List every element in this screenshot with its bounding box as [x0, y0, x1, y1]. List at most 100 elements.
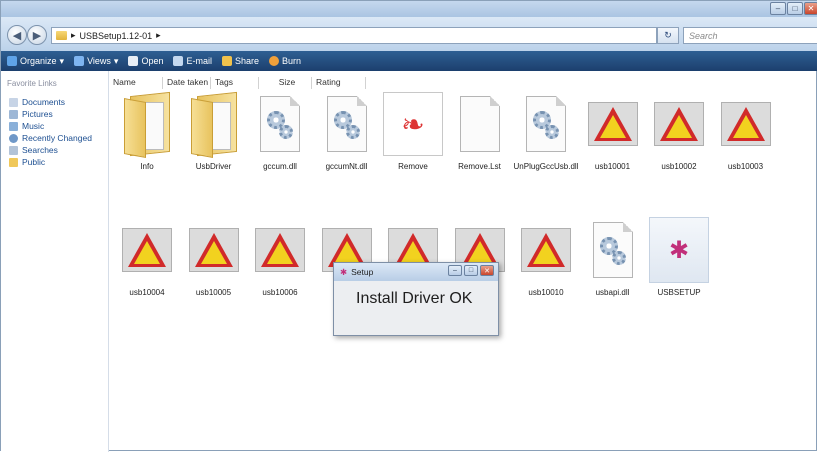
file-name: usb10005: [195, 288, 232, 297]
sidebar-item-pictures[interactable]: Pictures: [1, 108, 108, 120]
usb-warning-icon: [587, 102, 638, 146]
file-item[interactable]: UnPlugGccUsb.dll: [513, 91, 579, 171]
organize-menu[interactable]: Organize ▾: [7, 56, 64, 67]
views-label: Views: [87, 56, 111, 66]
title-bar: – □ ✕: [1, 1, 817, 17]
sidebar-item-documents[interactable]: Documents: [1, 96, 108, 108]
sidebar-item-music[interactable]: Music: [1, 120, 108, 132]
folder-icon: [124, 91, 170, 158]
file-name: Info: [140, 162, 154, 171]
text-file-icon: [459, 96, 500, 152]
dialog-controls: – □ ✕: [448, 265, 494, 276]
column-headers: Name Date taken Tags Size Rating: [109, 77, 817, 89]
dialog-title: Setup: [351, 267, 374, 277]
share-button[interactable]: Share: [222, 56, 259, 66]
views-icon: [74, 56, 85, 66]
window-controls: – □ ✕: [770, 2, 817, 15]
column-tags[interactable]: Tags: [211, 77, 259, 89]
forward-arrow-icon: ▶: [32, 29, 42, 42]
recently-changed-icon: [9, 133, 18, 143]
file-item[interactable]: usb10002: [646, 91, 712, 171]
file-name: UsbDriver: [195, 162, 232, 171]
open-button[interactable]: Open: [128, 56, 163, 66]
file-name: usb10010: [528, 288, 564, 297]
organize-icon: [7, 56, 17, 66]
file-name: UnPlugGccUsb.dll: [513, 162, 579, 171]
breadcrumb-arrow-icon: ▸: [71, 30, 76, 40]
column-name[interactable]: Name: [109, 77, 163, 89]
chevron-down-icon: ▾: [113, 55, 119, 66]
file-name: usb10003: [727, 162, 764, 171]
column-date-taken[interactable]: Date taken: [163, 77, 211, 89]
forward-button[interactable]: ▶: [27, 25, 47, 45]
usb-warning-icon: [122, 228, 172, 272]
file-name: Remove.Lst: [458, 162, 501, 171]
file-name: usbapi.dll: [595, 288, 630, 297]
column-size[interactable]: Size: [259, 77, 312, 89]
sidebar-item-searches[interactable]: Searches: [1, 144, 108, 156]
file-item[interactable]: Remove.Lst: [447, 91, 513, 171]
file-item[interactable]: usb10004: [114, 217, 180, 297]
file-item[interactable]: Info: [114, 91, 180, 171]
sidebar-item-label: Music: [22, 121, 45, 131]
open-label: Open: [141, 56, 164, 66]
file-name: usb10004: [129, 288, 165, 297]
breadcrumb-arrow-icon: ▸: [156, 30, 161, 40]
close-button[interactable]: ✕: [804, 2, 817, 15]
sidebar-item-recently-changed[interactable]: Recently Changed: [1, 132, 108, 144]
column-rating[interactable]: Rating: [312, 77, 366, 89]
sidebar-item-label: Searches: [22, 145, 58, 155]
folder-icon: [56, 31, 67, 40]
dialog-minimize-button[interactable]: –: [448, 265, 462, 276]
usb-warning-icon: [720, 102, 771, 146]
file-item[interactable]: usb10003: [713, 91, 779, 171]
file-item[interactable]: usb10006: [247, 217, 313, 297]
file-item[interactable]: UsbDriver: [181, 91, 247, 171]
address-bar[interactable]: ▸ USBSetup1.12-01 ▸: [51, 27, 657, 44]
usb-warning-icon: [188, 228, 239, 272]
file-item[interactable]: ❧ Remove: [380, 91, 446, 171]
back-button[interactable]: ◀: [7, 25, 27, 45]
email-button[interactable]: E-mail: [173, 56, 212, 66]
pictures-icon: [9, 109, 18, 119]
minimize-button[interactable]: –: [770, 2, 786, 15]
file-item[interactable]: gccumNt.dll: [314, 91, 380, 171]
dialog-close-button[interactable]: ✕: [480, 265, 494, 276]
dialog-title-bar: ✱ Setup – □ ✕: [334, 263, 498, 281]
refresh-icon: ↻: [664, 30, 672, 40]
burn-icon: [269, 56, 280, 66]
file-item[interactable]: gccum.dll: [247, 91, 313, 171]
searches-icon: [9, 145, 18, 155]
breadcrumb[interactable]: USBSetup1.12-01: [80, 31, 153, 41]
file-item[interactable]: usb10005: [181, 217, 247, 297]
butterfly-icon: ❧: [383, 92, 443, 156]
dialog-maximize-button[interactable]: □: [464, 265, 478, 276]
organize-label: Organize: [20, 56, 57, 66]
file-item[interactable]: usb10001: [580, 91, 646, 171]
music-icon: [9, 121, 18, 131]
maximize-button[interactable]: □: [787, 2, 803, 15]
folder-icon: [190, 91, 237, 158]
sidebar-item-public[interactable]: Public: [1, 156, 108, 168]
file-item[interactable]: usbapi.dll: [580, 217, 646, 297]
file-name: usb10001: [594, 162, 631, 171]
views-menu[interactable]: Views ▾: [74, 56, 118, 67]
documents-icon: [9, 97, 18, 107]
favorite-links-title: Favorite Links: [7, 79, 57, 88]
public-folder-icon: [9, 157, 18, 167]
command-toolbar: Organize ▾ Views ▾ Open E-mail Share Burn: [1, 51, 817, 71]
file-item[interactable]: usb10010: [513, 217, 579, 297]
setup-dialog: ✱ Setup – □ ✕ Install Driver OK: [333, 262, 499, 336]
navigation-pane: Favorite Links Documents Pictures Music …: [1, 71, 109, 452]
explorer-window: – □ ✕ ◀ ▶ ▸ USBSetup1.12-01 ▸ ↻ Search O…: [0, 0, 817, 452]
search-input[interactable]: Search: [683, 27, 817, 44]
share-icon: [222, 56, 232, 66]
email-label: E-mail: [186, 56, 212, 66]
refresh-button[interactable]: ↻: [657, 27, 679, 44]
sidebar-item-label: Recently Changed: [22, 133, 92, 143]
burn-button[interactable]: Burn: [269, 56, 301, 66]
burn-label: Burn: [282, 56, 302, 66]
file-item[interactable]: ✱ USBSETUP: [646, 217, 712, 297]
setup-icon: ✱: [649, 217, 709, 283]
file-name: usb10006: [262, 288, 298, 297]
